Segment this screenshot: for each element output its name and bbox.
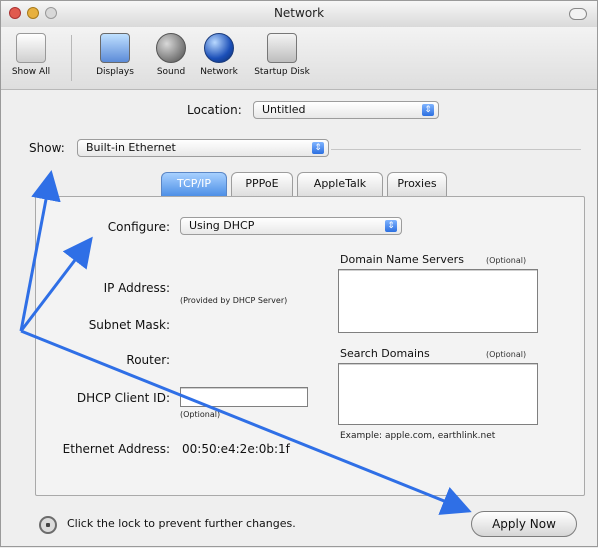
dns-group-title: Domain Name Servers: [340, 253, 464, 266]
toolbar-item-label: Displays: [96, 67, 134, 77]
subnet-mask-label: Subnet Mask:: [88, 318, 170, 332]
configure-popup[interactable]: Using DHCP ⇕: [180, 217, 402, 235]
show-label: Show:: [29, 141, 65, 155]
show-row-divider: [331, 149, 581, 150]
search-domains-optional-note: (Optional): [486, 350, 527, 359]
location-popup-value: Untitled: [262, 103, 306, 116]
tab-pppoe[interactable]: PPPoE: [231, 172, 293, 196]
search-domains-title: Search Domains: [340, 347, 430, 360]
tab-proxies[interactable]: Proxies: [387, 172, 447, 196]
router-label: Router:: [126, 353, 170, 367]
toolbar-sound-button[interactable]: Sound: [149, 33, 193, 77]
toolbar-item-label: Show All: [11, 67, 51, 77]
network-preferences-window: Network Show All Displays Sound Network …: [0, 0, 598, 547]
window-title: Network: [273, 6, 325, 20]
tab-tcpip[interactable]: TCP/IP: [161, 172, 227, 196]
popup-arrows-icon: ⇕: [385, 220, 397, 232]
title-bar: Network: [1, 1, 597, 28]
toolbar-network-button[interactable]: Network: [195, 33, 243, 77]
dns-servers-textarea[interactable]: [338, 269, 538, 333]
toolbar-item-label: Sound: [156, 67, 186, 77]
show-popup-value: Built-in Ethernet: [86, 141, 176, 154]
show-popup[interactable]: Built-in Ethernet ⇕: [77, 139, 329, 157]
network-icon: [204, 33, 234, 63]
popup-arrows-icon: ⇕: [312, 142, 324, 154]
search-domains-textarea[interactable]: [338, 363, 538, 425]
provided-by-dhcp-note: (Provided by DHCP Server): [180, 296, 288, 305]
lock-icon[interactable]: [39, 516, 57, 534]
sound-icon: [156, 33, 186, 63]
preferences-toolbar: Show All Displays Sound Network Startup …: [1, 27, 597, 90]
tab-appletalk[interactable]: AppleTalk: [297, 172, 383, 196]
search-domains-example: Example: apple.com, earthlink.net: [340, 431, 496, 441]
toolbar-displays-button[interactable]: Displays: [89, 33, 141, 77]
displays-icon: [100, 33, 130, 63]
toolbar-item-label: Network: [200, 67, 238, 77]
toolbar-toggle-button[interactable]: [569, 8, 587, 20]
configure-label: Configure:: [107, 220, 170, 234]
apply-now-button[interactable]: Apply Now: [471, 511, 577, 537]
dns-optional-note: (Optional): [486, 256, 527, 265]
location-popup[interactable]: Untitled ⇕: [253, 101, 439, 119]
toolbar-show-all-button[interactable]: Show All: [11, 33, 51, 77]
dhcp-client-id-optional: (Optional): [180, 410, 221, 419]
toolbar-startup-disk-button[interactable]: Startup Disk: [249, 33, 315, 77]
lock-hint-text: Click the lock to prevent further change…: [67, 517, 296, 530]
show-all-icon: [16, 33, 46, 63]
ip-address-label: IP Address:: [103, 281, 170, 295]
dhcp-client-id-field[interactable]: [180, 387, 308, 407]
toolbar-item-label: Startup Disk: [254, 67, 310, 77]
ethernet-address-value: 00:50:e4:2e:0b:1f: [182, 442, 290, 456]
toolbar-separator: [71, 35, 72, 81]
configure-popup-value: Using DHCP: [189, 219, 255, 232]
ethernet-address-label: Ethernet Address:: [62, 442, 170, 456]
popup-arrows-icon: ⇕: [422, 104, 434, 116]
dhcp-client-id-label: DHCP Client ID:: [76, 391, 170, 405]
tcpip-panel: Configure: Using DHCP ⇕ IP Address: (Pro…: [35, 196, 585, 496]
location-label: Location:: [187, 103, 242, 117]
startup-disk-icon: [267, 33, 297, 63]
